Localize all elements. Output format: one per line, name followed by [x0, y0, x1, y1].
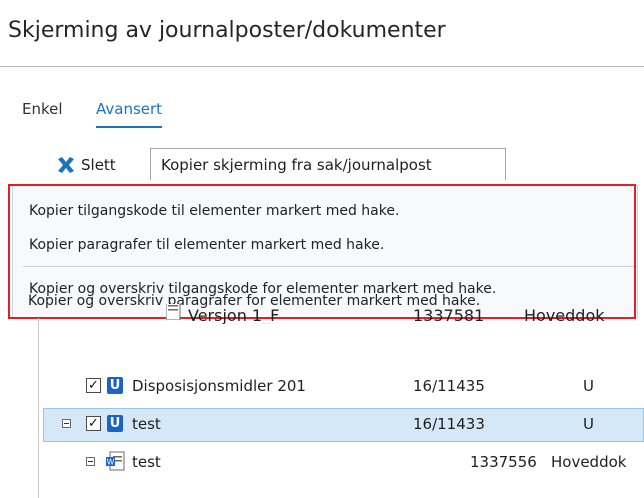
tree-row-number: 16/11435	[413, 377, 485, 395]
copy-shielding-dropdown-button[interactable]: Kopier skjerming fra sak/journalpost	[150, 148, 506, 180]
tab-avansert[interactable]: Avansert	[96, 100, 163, 128]
tree-row-type: Hoveddok	[524, 306, 605, 324]
row-checkbox[interactable]: ✓	[86, 378, 101, 393]
tree-row[interactable]: W test 1337556 Hoveddok	[0, 444, 644, 482]
tree-row-type: U	[583, 377, 594, 395]
tree-row[interactable]: ✓ U Disposisjonsmidler 201 16/11435 U	[0, 368, 644, 406]
svg-text:W: W	[107, 458, 115, 467]
row-checkbox[interactable]: ✓	[86, 416, 101, 431]
tree-row-type: U	[583, 415, 594, 433]
word-document-icon: W	[106, 451, 125, 471]
tree-row-partial: Versjon 1_F 1337581 Hoveddok	[0, 304, 644, 324]
tree-row-number: 1337556	[470, 453, 537, 471]
tree-row-type: Hoveddok	[551, 453, 627, 471]
u-document-icon: U	[107, 415, 123, 432]
u-document-icon: U	[107, 377, 123, 394]
delete-button[interactable]: Slett	[55, 154, 116, 176]
delete-button-label: Slett	[81, 156, 116, 174]
document-icon	[166, 304, 181, 320]
tree-row-title: Disposisjonsmidler 201	[132, 377, 306, 395]
collapse-toggle-icon[interactable]	[62, 419, 71, 428]
tab-enkel[interactable]: Enkel	[22, 100, 63, 126]
tree-row-number: 1337581	[413, 306, 485, 324]
title-divider	[0, 66, 644, 67]
tree-row-title: test	[132, 415, 161, 433]
page-title: Skjerming av journalposter/dokumenter	[8, 18, 446, 43]
tree-row-number: 16/11433	[413, 415, 485, 433]
menu-item-copy-paragraphs[interactable]: Kopier paragrafer til elementer markert …	[29, 237, 384, 253]
collapse-toggle-icon[interactable]	[86, 457, 95, 466]
menu-item-copy-access-code[interactable]: Kopier tilgangskode til elementer marker…	[29, 203, 399, 219]
tree-row-selected[interactable]: ✓ U test 16/11433 U	[0, 406, 644, 444]
document-tree: Versjon 1_F 1337581 Hoveddok ✓ U Disposi…	[0, 304, 644, 498]
tree-row-title: Versjon 1_F	[188, 306, 280, 324]
delete-x-icon	[58, 157, 74, 173]
menu-separator	[23, 266, 637, 267]
tree-row-title: test	[132, 453, 161, 471]
